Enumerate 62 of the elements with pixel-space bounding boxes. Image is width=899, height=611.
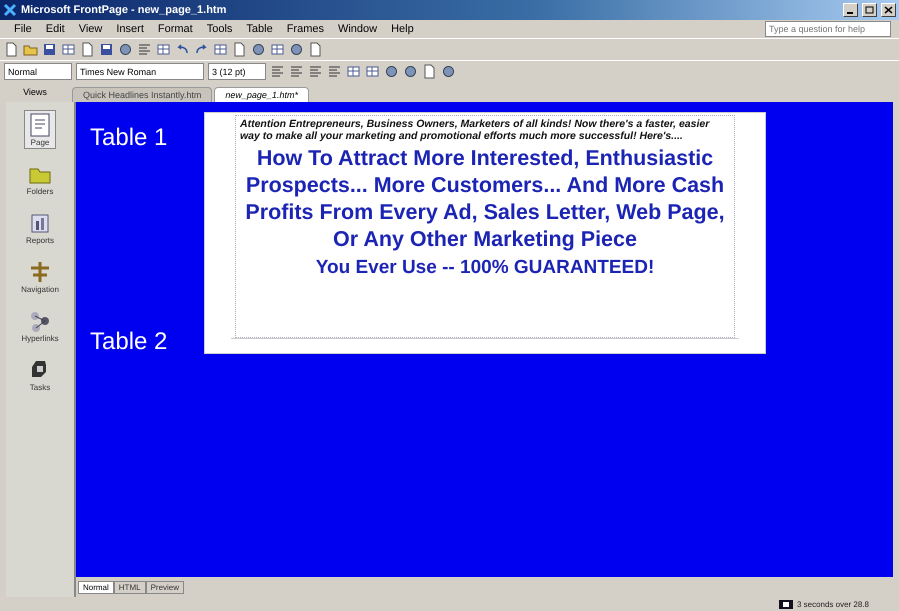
grid-icon[interactable] xyxy=(270,42,285,57)
circle-icon[interactable] xyxy=(403,64,418,79)
document-tab[interactable]: new_page_1.htm* xyxy=(214,87,309,102)
views-label: Views xyxy=(22,87,48,97)
close-icon xyxy=(884,6,893,14)
headline: How To Attract More Interested, Enthusiastic Prospects... More Customers... And More Cash Profits From Every Ad, Sales Letter, Web Page, Or Any Other Marketing Piece xyxy=(244,145,726,253)
circle-icon[interactable] xyxy=(289,42,304,57)
view-button[interactable]: Hyperlinks xyxy=(18,306,62,345)
grid-icon[interactable] xyxy=(365,64,380,79)
circle-icon[interactable] xyxy=(384,64,399,79)
grid-icon[interactable] xyxy=(156,42,171,57)
guarantee-text: You Ever Use -- 100% GUARANTEED! xyxy=(316,257,654,279)
connection-icon xyxy=(778,600,793,608)
document-icon[interactable] xyxy=(422,64,437,79)
maximize-button[interactable] xyxy=(862,3,877,17)
close-button[interactable] xyxy=(881,3,896,17)
table-label: Table 2 xyxy=(90,328,168,356)
view-button[interactable]: Navigation xyxy=(18,257,62,296)
menu-item[interactable]: Frames xyxy=(280,22,330,36)
menu-item[interactable]: Help xyxy=(385,22,420,36)
document-icon[interactable] xyxy=(4,42,19,57)
lines-icon[interactable] xyxy=(270,64,285,79)
menu-item[interactable]: Table xyxy=(240,22,279,36)
font-dropdown[interactable]: Times New Roman xyxy=(76,63,204,80)
menu-item[interactable]: Format xyxy=(152,22,199,36)
circle-icon[interactable] xyxy=(251,42,266,57)
document-icon[interactable] xyxy=(308,42,323,57)
download-time: 3 seconds over 28.8 xyxy=(796,600,869,608)
size-dropdown[interactable]: 3 (12 pt) xyxy=(208,63,266,80)
circle-icon[interactable] xyxy=(441,64,456,79)
view-button[interactable]: Reports xyxy=(22,208,57,247)
style-dropdown[interactable]: Normal xyxy=(4,63,72,80)
view-mode-tab[interactable]: Preview xyxy=(146,580,184,594)
view-button[interactable]: Folders xyxy=(24,159,56,198)
circle-icon[interactable] xyxy=(118,42,133,57)
view-button[interactable]: Tasks xyxy=(24,355,56,394)
lines-icon[interactable] xyxy=(137,42,152,57)
view-button[interactable]: Page xyxy=(24,110,56,149)
grid-icon[interactable] xyxy=(346,64,361,79)
document-icon[interactable] xyxy=(232,42,247,57)
menu-item[interactable]: View xyxy=(72,22,108,36)
table-label: Table 1 xyxy=(90,124,168,152)
menu-item[interactable]: Edit xyxy=(40,22,71,36)
lines-icon[interactable] xyxy=(327,64,342,79)
maximize-icon xyxy=(865,6,874,14)
document-tab[interactable]: Quick Headlines Instantly.htm xyxy=(72,87,212,102)
view-mode-tab[interactable]: Normal xyxy=(78,580,114,594)
grid-icon[interactable] xyxy=(61,42,76,57)
menu-item[interactable]: Insert xyxy=(110,22,150,36)
app-logo-icon xyxy=(3,3,17,17)
minimize-button[interactable] xyxy=(843,3,858,17)
document-icon[interactable] xyxy=(80,42,95,57)
window-title: Microsoft FrontPage - new_page_1.htm xyxy=(21,4,228,16)
lines-icon[interactable] xyxy=(289,64,304,79)
intro-text: Attention Entrepreneurs, Business Owners, Marketers of all kinds! Now there's a faster, easier way to make all your marketing and promotional efforts much more successful! Here's.... xyxy=(240,118,711,142)
menu-item[interactable]: Tools xyxy=(200,22,238,36)
grid-icon[interactable] xyxy=(213,42,228,57)
menu-item[interactable]: Window xyxy=(332,22,384,36)
help-search-field[interactable]: Type a question for help xyxy=(765,21,891,37)
lines-icon[interactable] xyxy=(308,64,323,79)
view-mode-tab[interactable]: HTML xyxy=(114,580,146,594)
menu-item[interactable]: File xyxy=(8,22,38,36)
